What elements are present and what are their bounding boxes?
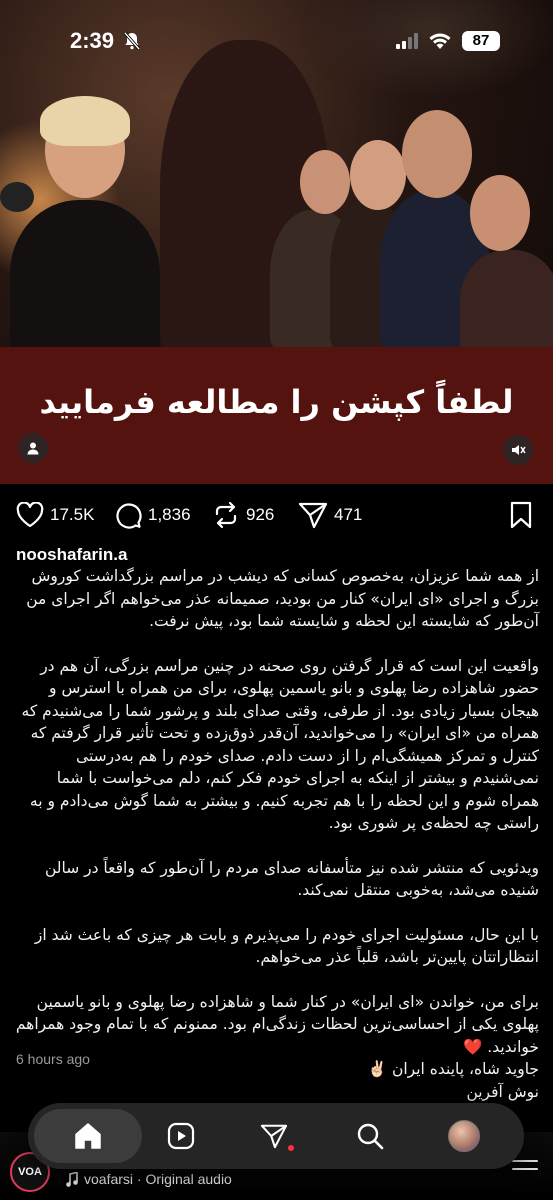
status-bar: 2:39 87 <box>0 0 553 80</box>
bookmark-icon <box>510 501 532 529</box>
caption-paragraph: ویدئویی که منتشر شده نیز متأسفانه صدای م… <box>44 858 539 900</box>
bell-slash-icon <box>124 32 140 50</box>
banner-title: لطفاً کپشن را مطالعه فرمایید <box>39 383 514 421</box>
send-icon <box>298 502 328 529</box>
caption-paragraph: جاوید شاه، پاینده ایران ✌🏻 <box>367 1060 539 1078</box>
speaker-muted-icon <box>512 445 526 455</box>
comment-icon <box>116 503 142 529</box>
nav-home[interactable] <box>68 1116 108 1156</box>
menu-icon[interactable] <box>512 1160 538 1176</box>
send-icon <box>260 1124 288 1149</box>
repost-button[interactable]: 926 <box>212 496 274 534</box>
post-timestamp: 6 hours ago <box>16 1051 90 1067</box>
home-icon <box>75 1123 101 1149</box>
save-button[interactable] <box>509 496 533 534</box>
microphone <box>0 182 34 212</box>
menu-line <box>512 1168 538 1170</box>
original-audio-label[interactable]: voafarsi · Original audio <box>84 1171 232 1187</box>
bottom-nav <box>28 1103 524 1169</box>
caption-signature: نوش آفرین <box>466 1082 539 1101</box>
heart-icon <box>16 502 44 528</box>
search-icon <box>357 1123 384 1150</box>
nav-messages[interactable] <box>254 1116 294 1156</box>
post-username[interactable]: nooshafarin.a <box>16 545 127 565</box>
notification-dot <box>288 1145 294 1151</box>
audience-head <box>402 110 472 198</box>
menu-line <box>512 1160 538 1162</box>
repost-count: 926 <box>246 505 275 524</box>
reels-icon <box>167 1122 195 1150</box>
singer-hair <box>40 96 130 146</box>
caption-paragraph: از همه شما عزیزان، به‌خصوص کسانی که دیشب… <box>26 567 539 630</box>
singer-figure <box>10 200 160 360</box>
nav-profile[interactable] <box>444 1116 484 1156</box>
post-actions: 17.5K 1,836 926 471 <box>0 496 553 534</box>
profile-avatar <box>448 1120 480 1152</box>
like-count: 17.5K <box>50 505 95 524</box>
comment-count: 1,836 <box>148 505 191 524</box>
comment-button[interactable]: 1,836 <box>114 496 191 534</box>
music-note-icon <box>66 1172 78 1187</box>
wifi-icon <box>429 33 451 49</box>
tagged-people-button[interactable] <box>18 433 48 463</box>
post-caption: از همه شما عزیزان، به‌خصوص کسانی که دیشب… <box>14 565 539 1103</box>
like-button[interactable]: 17.5K <box>16 496 94 534</box>
caption-paragraph: با این حال، مسئولیت اجرای خودم را می‌پذی… <box>34 925 539 967</box>
signal-icon <box>396 33 418 49</box>
share-count: 471 <box>334 505 363 524</box>
share-button[interactable]: 471 <box>298 496 362 534</box>
status-time: 2:39 <box>70 28 115 53</box>
audience-head <box>300 150 350 214</box>
battery-icon: 87 <box>462 31 500 51</box>
repost-icon <box>215 501 237 529</box>
audience-head <box>470 175 530 251</box>
caption-paragraph: برای من، خواندن «ای ایران» در کنار شما و… <box>15 992 539 1056</box>
person-icon <box>27 442 39 455</box>
caption-paragraph: واقعیت این است که قرار گرفتن روی صحنه در… <box>21 656 539 833</box>
audience-head <box>350 140 406 210</box>
nav-reels[interactable] <box>161 1116 201 1156</box>
nav-search[interactable] <box>350 1116 390 1156</box>
audience-figure <box>460 250 553 360</box>
mute-button[interactable] <box>503 435 533 465</box>
